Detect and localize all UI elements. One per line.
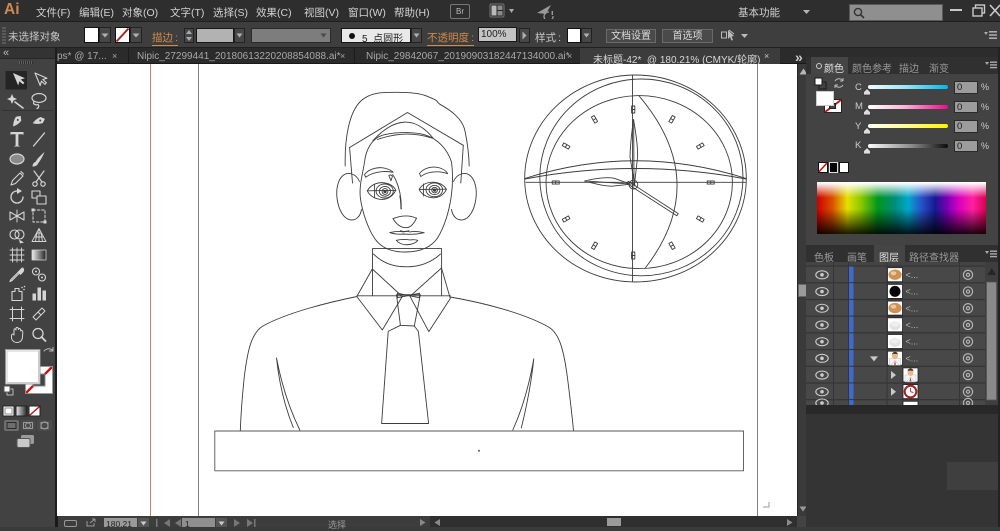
svg-text:<...: <... [906,270,919,280]
svg-text:<...: <... [906,303,919,313]
svg-text:<...: <... [906,353,919,363]
svg-text:<...: <... [906,287,919,297]
svg-text:<...: <... [906,337,919,347]
svg-text:<...: <... [906,320,919,330]
